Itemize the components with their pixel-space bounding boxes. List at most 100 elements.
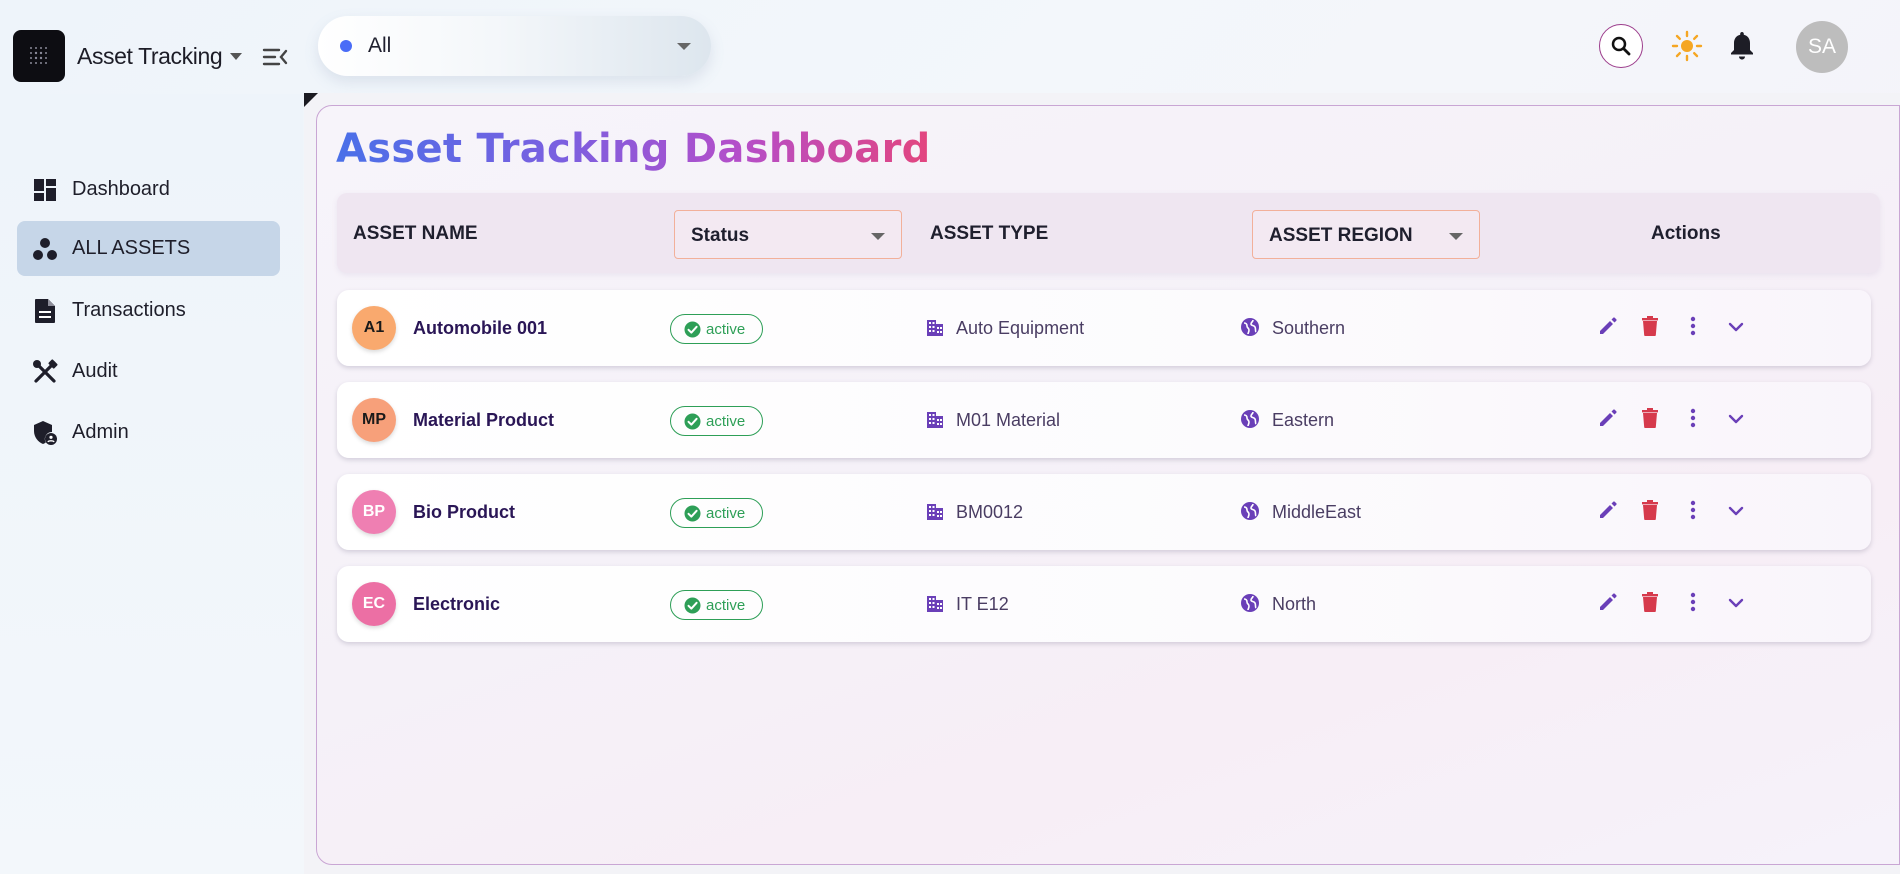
table-row[interactable]: A1 Automobile 001 active Auto Equipment … bbox=[337, 290, 1871, 366]
user-avatar[interactable]: SA bbox=[1796, 21, 1848, 73]
more-options-button[interactable] bbox=[1679, 498, 1707, 526]
app-switcher-caret-icon[interactable] bbox=[230, 52, 243, 60]
check-circle-icon bbox=[684, 505, 701, 521]
delete-button[interactable] bbox=[1636, 590, 1664, 618]
asset-region: Southern bbox=[1272, 318, 1346, 338]
status-badge: active bbox=[670, 590, 763, 620]
asset-name[interactable]: Bio Product bbox=[413, 502, 515, 523]
delete-button[interactable] bbox=[1636, 498, 1664, 526]
column-header-asset-name: ASSET NAME bbox=[353, 223, 478, 244]
asset-avatar: EC bbox=[352, 582, 396, 626]
trash-icon bbox=[1640, 407, 1660, 434]
table-row[interactable]: EC Electronic active IT E12 North bbox=[337, 566, 1871, 642]
globe-icon bbox=[1240, 317, 1260, 337]
edit-pencil-icon bbox=[1597, 591, 1619, 618]
asset-name[interactable]: Automobile 001 bbox=[413, 318, 547, 339]
globe-icon bbox=[1240, 409, 1260, 429]
column-header-asset-type: ASSET TYPE bbox=[930, 223, 1049, 244]
edit-button[interactable] bbox=[1594, 314, 1622, 342]
status-text: active bbox=[706, 596, 746, 614]
asset-region: MiddleEast bbox=[1272, 502, 1362, 522]
edit-button[interactable] bbox=[1594, 498, 1622, 526]
region-filter-label: ASSET REGION bbox=[1269, 225, 1413, 246]
check-circle-icon bbox=[684, 597, 701, 613]
chevron-down-icon bbox=[1728, 319, 1744, 337]
expand-row-button[interactable] bbox=[1722, 590, 1750, 618]
more-options-button[interactable] bbox=[1679, 590, 1707, 618]
notifications-bell-icon[interactable] bbox=[1727, 29, 1757, 61]
theme-toggle-sun-icon[interactable] bbox=[1671, 30, 1703, 62]
building-icon bbox=[925, 409, 945, 429]
status-filter-label: Status bbox=[691, 225, 750, 246]
check-circle-icon bbox=[684, 413, 701, 429]
building-icon bbox=[925, 501, 945, 521]
chevron-down-icon bbox=[677, 43, 691, 50]
asset-avatar: BP bbox=[352, 490, 396, 534]
status-filter-select[interactable]: Status bbox=[674, 210, 902, 259]
status-badge: active bbox=[670, 406, 763, 436]
asset-name[interactable]: Material Product bbox=[413, 410, 554, 431]
app-logo[interactable] bbox=[13, 30, 65, 82]
sidebar-item-label: Dashboard bbox=[72, 178, 170, 200]
logo-dots-icon bbox=[30, 47, 47, 64]
asset-region: North bbox=[1272, 594, 1317, 614]
delete-button[interactable] bbox=[1636, 314, 1664, 342]
chevron-down-icon bbox=[871, 233, 885, 240]
asset-type: BM0012 bbox=[956, 502, 1024, 522]
menu-collapse-icon[interactable] bbox=[262, 46, 288, 68]
globe-icon bbox=[1240, 593, 1260, 613]
edit-pencil-icon bbox=[1597, 499, 1619, 526]
search-icon bbox=[1611, 36, 1631, 56]
sidebar-item-all-assets[interactable]: ALL ASSETS bbox=[17, 221, 280, 276]
more-vertical-icon bbox=[1690, 500, 1696, 525]
more-options-button[interactable] bbox=[1679, 314, 1707, 342]
chevron-down-icon bbox=[1728, 503, 1744, 521]
more-options-button[interactable] bbox=[1679, 406, 1707, 434]
assets-icon bbox=[32, 236, 58, 262]
sidebar-item-admin[interactable]: Admin bbox=[17, 405, 280, 460]
status-badge: active bbox=[670, 314, 763, 344]
column-header-actions: Actions bbox=[1651, 223, 1721, 244]
table-row[interactable]: BP Bio Product active BM0012 MiddleEast bbox=[337, 474, 1871, 550]
asset-type: M01 Material bbox=[956, 410, 1061, 430]
trash-icon bbox=[1640, 315, 1660, 342]
global-filter-select[interactable]: All bbox=[318, 16, 711, 76]
chevron-down-icon bbox=[1449, 233, 1463, 240]
sidebar-item-label: Admin bbox=[72, 421, 129, 443]
edit-pencil-icon bbox=[1597, 407, 1619, 434]
trash-icon bbox=[1640, 591, 1660, 618]
delete-button[interactable] bbox=[1636, 406, 1664, 434]
sidebar: Dashboard ALL ASSETS Transactions Audit … bbox=[0, 94, 303, 874]
table-header: ASSET NAME Status ASSET TYPE ASSET REGIO… bbox=[337, 193, 1880, 273]
expand-row-button[interactable] bbox=[1722, 406, 1750, 434]
asset-avatar: MP bbox=[352, 398, 396, 442]
asset-region: Eastern bbox=[1272, 410, 1335, 430]
asset-name[interactable]: Electronic bbox=[413, 594, 500, 615]
expand-row-button[interactable] bbox=[1722, 498, 1750, 526]
app-title: Asset Tracking bbox=[77, 42, 223, 69]
status-text: active bbox=[706, 412, 746, 430]
sidebar-item-dashboard[interactable]: Dashboard bbox=[17, 162, 280, 217]
building-icon bbox=[925, 593, 945, 613]
sidebar-item-transactions[interactable]: Transactions bbox=[17, 283, 280, 338]
sidebar-item-label: ALL ASSETS bbox=[72, 237, 191, 259]
tools-icon bbox=[32, 358, 58, 385]
edit-button[interactable] bbox=[1594, 406, 1622, 434]
building-icon bbox=[925, 317, 945, 337]
status-text: active bbox=[706, 504, 746, 522]
search-button[interactable] bbox=[1599, 24, 1643, 68]
document-icon bbox=[32, 298, 58, 324]
sidebar-item-label: Transactions bbox=[72, 299, 186, 321]
region-filter-select[interactable]: ASSET REGION bbox=[1252, 210, 1480, 259]
more-vertical-icon bbox=[1690, 592, 1696, 617]
asset-type: Auto Equipment bbox=[956, 318, 1085, 338]
chevron-down-icon bbox=[1728, 411, 1744, 429]
expand-row-button[interactable] bbox=[1722, 314, 1750, 342]
sidebar-item-label: Audit bbox=[72, 360, 118, 382]
admin-shield-icon bbox=[32, 420, 58, 446]
edit-button[interactable] bbox=[1594, 590, 1622, 618]
filter-status-dot bbox=[340, 40, 352, 52]
globe-icon bbox=[1240, 501, 1260, 521]
sidebar-item-audit[interactable]: Audit bbox=[17, 344, 280, 399]
table-row[interactable]: MP Material Product active M01 Material … bbox=[337, 382, 1871, 458]
